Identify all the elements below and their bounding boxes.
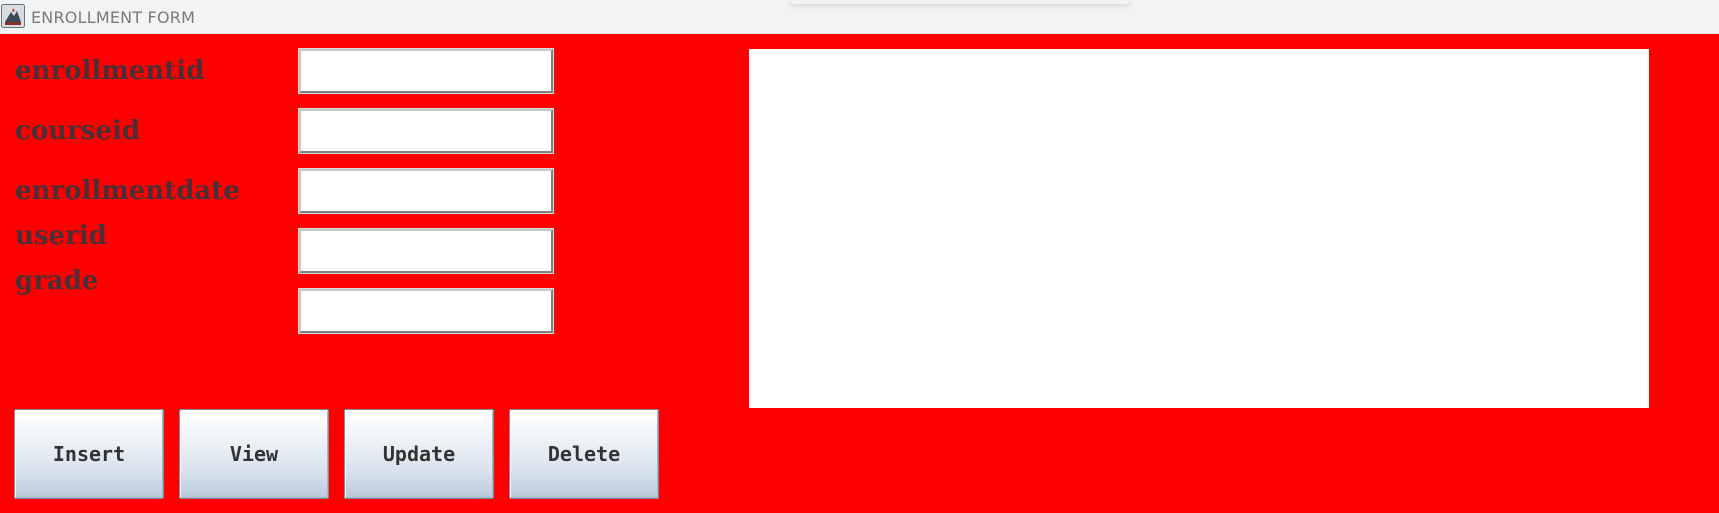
grade-label: grade xyxy=(15,266,99,296)
grade-field[interactable] xyxy=(298,288,554,334)
title-bar-decoration xyxy=(790,0,1130,4)
java-app-icon[interactable] xyxy=(1,4,25,28)
update-button[interactable]: Update xyxy=(344,409,494,499)
title-bar: ENROLLMENT FORM xyxy=(0,0,1719,34)
view-button[interactable]: View xyxy=(179,409,329,499)
insert-button[interactable]: Insert xyxy=(14,409,164,499)
enrollmentdate-label: enrollmentdate xyxy=(15,176,240,206)
userid-label: userid xyxy=(15,221,107,251)
output-text-area[interactable] xyxy=(749,49,1649,408)
courseid-label: courseid xyxy=(15,116,141,146)
delete-button[interactable]: Delete xyxy=(509,409,659,499)
enrollmentid-label: enrollmentid xyxy=(15,56,205,86)
userid-field[interactable] xyxy=(298,228,554,274)
enrollmentid-field[interactable] xyxy=(298,48,554,94)
enrollmentdate-field[interactable] xyxy=(298,168,554,214)
window-title: ENROLLMENT FORM xyxy=(31,8,196,27)
courseid-field[interactable] xyxy=(298,108,554,154)
